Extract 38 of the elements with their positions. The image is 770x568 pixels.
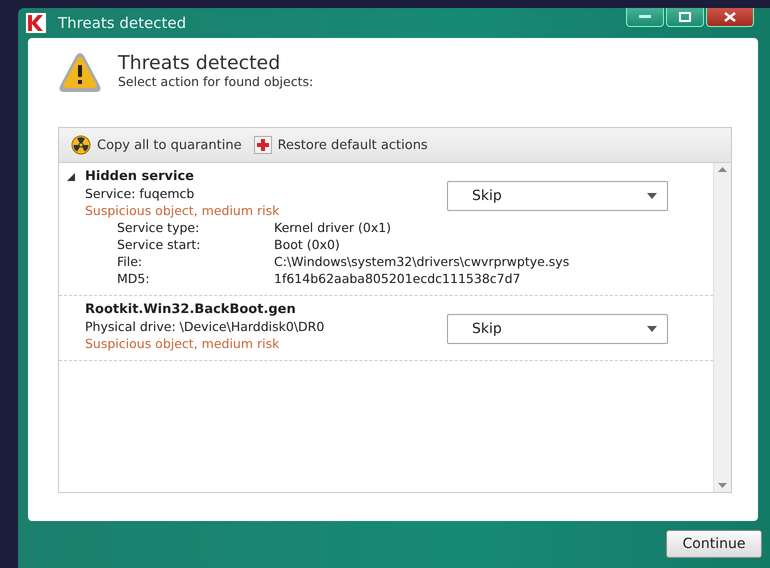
scroll-down-icon[interactable]: [718, 483, 727, 488]
expanded-icon[interactable]: [67, 172, 75, 180]
threat-name: Rootkit.Win32.BackBoot.gen: [85, 302, 296, 317]
action-dropdown[interactable]: Skip: [447, 181, 668, 211]
k-logo-icon: [26, 13, 46, 33]
detail-value: Kernel driver (0x1): [274, 220, 392, 235]
scrollbar[interactable]: [713, 163, 731, 492]
detail-value: Boot (0x0): [274, 237, 341, 252]
risk-level: Suspicious object, medium risk: [85, 203, 280, 218]
minimize-button[interactable]: [626, 8, 664, 27]
window-title: Threats detected: [58, 14, 186, 32]
threat-name: Hidden service: [85, 169, 194, 184]
maximize-icon: [679, 12, 691, 22]
detail-label: File:: [117, 254, 144, 269]
threat-object: Physical drive: \Device\Harddisk0\DR0: [85, 319, 326, 334]
toolbar-button[interactable]: Restore default actions: [254, 136, 428, 154]
caret-icon: [647, 193, 657, 199]
risk-level: Suspicious object, medium risk: [85, 336, 280, 351]
caret-icon: [647, 326, 657, 332]
threat-object: Service: fuqemcb: [85, 186, 196, 201]
dialog-subtitle: Select action for found objects:: [118, 74, 314, 89]
radiation-icon: [71, 135, 91, 155]
close-icon: [724, 12, 736, 22]
dialog-heading: Threats detected: [118, 52, 282, 74]
continue-button[interactable]: Continue: [666, 530, 762, 558]
action-dropdown[interactable]: Skip: [447, 314, 668, 344]
close-button[interactable]: [706, 8, 754, 27]
detail-label: Service type:: [117, 220, 200, 235]
warning-icon: [58, 52, 102, 94]
detail-value: 1f614b62aaba805201ecdc111538c7d7: [274, 271, 522, 286]
detail-value: C:\Windows\system32\drivers\cwvrprwptye.sys: [274, 254, 570, 269]
maximize-button[interactable]: [666, 8, 704, 27]
detail-label: MD5:: [117, 271, 151, 286]
toolbar-button[interactable]: Copy all to quarantine: [71, 135, 242, 155]
medical-cross-icon: [254, 136, 272, 154]
minimize-icon: [639, 15, 651, 18]
scroll-up-icon[interactable]: [718, 167, 727, 172]
detail-label: Service start:: [117, 237, 202, 252]
